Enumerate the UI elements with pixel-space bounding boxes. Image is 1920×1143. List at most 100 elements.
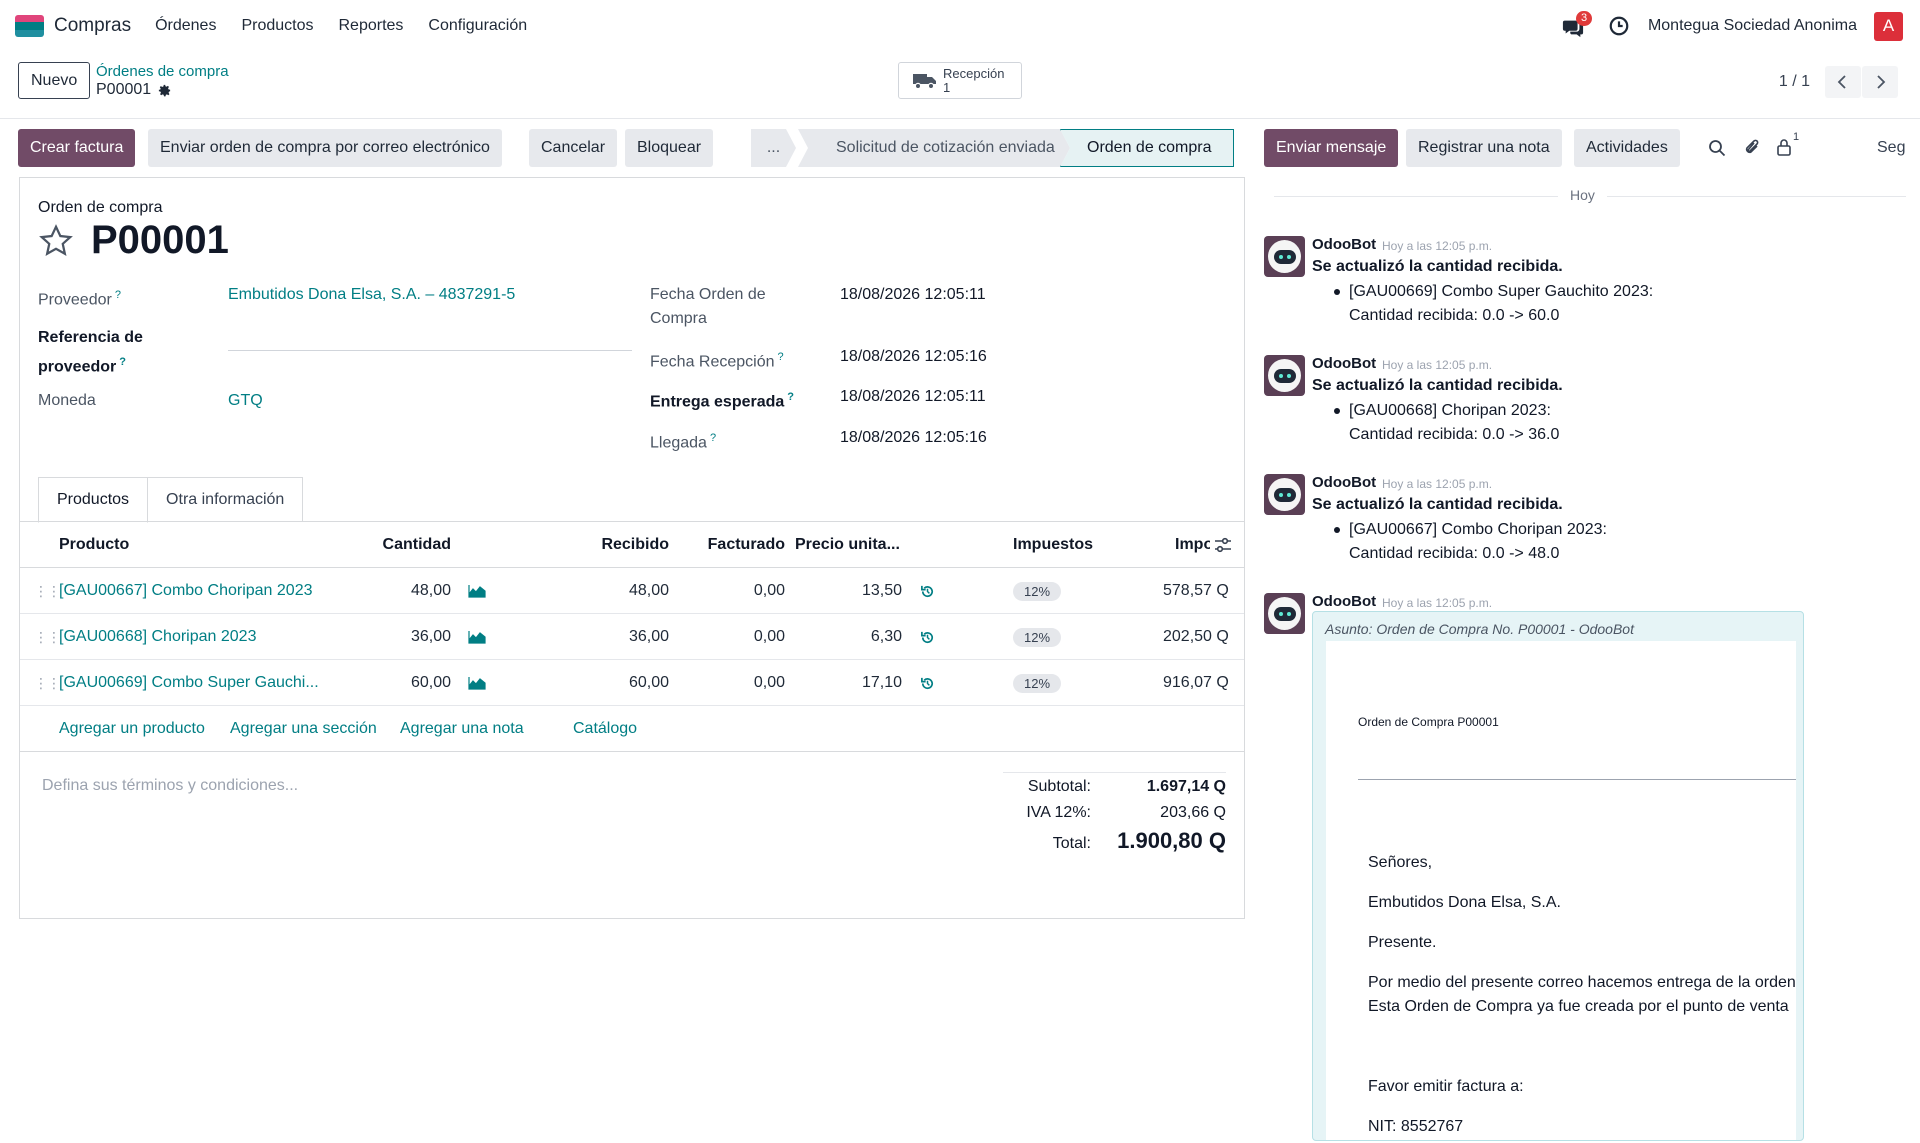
add-product-link[interactable]: Agregar un producto — [59, 720, 205, 738]
messaging-button[interactable]: 3 — [1562, 11, 1593, 40]
help-icon[interactable]: ? — [710, 432, 716, 444]
arrival-date-field[interactable]: 18/08/2026 12:05:16 — [840, 429, 987, 447]
pager-previous-button[interactable] — [1825, 66, 1861, 98]
receipts-smart-button[interactable]: Recepción 1 — [898, 62, 1022, 99]
log-note-button[interactable]: Registrar una nota — [1406, 129, 1562, 167]
line-taxes[interactable]: 12% — [1013, 660, 1062, 706]
col-unit-price[interactable]: Precio unita... — [795, 522, 900, 568]
add-note-link[interactable]: Agregar una nota — [400, 720, 524, 738]
search-icon[interactable] — [1708, 139, 1726, 157]
receipt-date-label-text: Fecha Recepción — [650, 353, 775, 371]
help-icon[interactable]: ? — [115, 289, 121, 301]
line-quantity[interactable]: 36,00 — [411, 614, 451, 660]
column-settings-icon[interactable] — [1214, 536, 1232, 554]
purchase-app-icon[interactable] — [15, 15, 44, 37]
message-detail-line2: Cantidad recibida: 0.0 -> 48.0 — [1349, 545, 1560, 562]
menu-ordenes[interactable]: Órdenes — [155, 17, 216, 35]
forecast-chart-icon[interactable] — [468, 584, 486, 598]
cancel-button[interactable]: Cancelar — [529, 129, 618, 167]
stage-rfq-sent[interactable]: Solicitud de cotización enviada — [798, 129, 1070, 167]
currency-field[interactable]: GTQ — [228, 392, 263, 410]
price-history-icon[interactable] — [920, 584, 935, 599]
menu-reportes[interactable]: Reportes — [339, 17, 404, 35]
lock-button[interactable]: Bloquear — [625, 129, 714, 167]
line-product[interactable]: [GAU00667] Combo Choripan 2023 — [59, 568, 313, 614]
help-icon[interactable]: ? — [787, 391, 794, 403]
message-author[interactable]: OdooBot — [1312, 593, 1376, 610]
create-invoice-button[interactable]: Crear factura — [18, 129, 136, 167]
table-row[interactable]: ⋮⋮ [GAU00667] Combo Choripan 2023 48,00 … — [20, 568, 1244, 614]
help-icon[interactable]: ? — [778, 351, 784, 363]
line-taxes[interactable]: 12% — [1013, 568, 1062, 614]
help-icon[interactable]: ? — [119, 356, 126, 368]
line-product[interactable]: [GAU00668] Choripan 2023 — [59, 614, 256, 660]
arrival-label: Llegada? — [650, 426, 716, 455]
vendor-ref-input[interactable] — [228, 350, 632, 351]
drag-handle-icon[interactable]: ⋮⋮ — [34, 568, 61, 614]
line-quantity[interactable]: 60,00 — [411, 660, 451, 706]
line-taxes[interactable]: 12% — [1013, 614, 1062, 660]
vendor-ref-label: Referencia de proveedor? — [38, 326, 143, 379]
message-author[interactable]: OdooBot — [1312, 236, 1376, 253]
stage-purchase-order[interactable]: Orden de compra — [1060, 129, 1234, 167]
order-date-field[interactable]: 18/08/2026 12:05:11 — [840, 286, 986, 304]
price-history-icon[interactable] — [920, 676, 935, 691]
expected-date-field[interactable]: 18/08/2026 12:05:11 — [840, 388, 986, 406]
drag-handle-icon[interactable]: ⋮⋮ — [34, 660, 61, 706]
activities-button[interactable] — [1608, 15, 1630, 37]
user-avatar[interactable]: A — [1874, 11, 1903, 41]
col-amount[interactable]: Impo — [1175, 522, 1210, 568]
table-row[interactable]: ⋮⋮ [GAU00668] Choripan 2023 36,00 36,00 … — [20, 614, 1244, 660]
line-received[interactable]: 48,00 — [629, 568, 669, 614]
line-unit-price[interactable]: 17,10 — [862, 660, 902, 706]
message-author[interactable]: OdooBot — [1312, 474, 1376, 491]
menu-configuracion[interactable]: Configuración — [428, 17, 527, 35]
line-unit-price[interactable]: 13,50 — [862, 568, 902, 614]
vendor-field[interactable]: Embutidos Dona Elsa, S.A. – 4837291-5 — [228, 286, 515, 304]
star-icon[interactable] — [38, 223, 74, 259]
app-name[interactable]: Compras — [54, 15, 131, 37]
pager-next-button[interactable] — [1862, 66, 1898, 98]
tab-productos[interactable]: Productos — [38, 477, 149, 523]
line-received[interactable]: 60,00 — [629, 660, 669, 706]
col-billed[interactable]: Facturado — [708, 522, 785, 568]
col-quantity[interactable]: Cantidad — [383, 522, 451, 568]
odoobot-avatar[interactable] — [1264, 236, 1305, 277]
pager-value[interactable]: 1 / 1 — [1779, 73, 1810, 91]
send-message-button[interactable]: Enviar mensaje — [1264, 129, 1399, 167]
drag-handle-icon[interactable]: ⋮⋮ — [34, 614, 61, 660]
table-row[interactable]: ⋮⋮ [GAU00669] Combo Super Gauchi... 60,0… — [20, 660, 1244, 706]
gear-icon[interactable] — [157, 83, 172, 98]
add-section-link[interactable]: Agregar una sección — [230, 720, 377, 738]
send-po-email-button[interactable]: Enviar orden de compra por correo electr… — [148, 129, 502, 167]
stage-more-button[interactable]: ... — [751, 129, 796, 167]
tab-otra-informacion[interactable]: Otra información — [147, 477, 304, 522]
expected-date-label-text: Entrega esperada — [650, 393, 785, 411]
col-taxes[interactable]: Impuestos — [1013, 522, 1093, 568]
follower-lock-icon[interactable] — [1776, 138, 1792, 156]
forecast-chart-icon[interactable] — [468, 630, 486, 644]
message-author[interactable]: OdooBot — [1312, 355, 1376, 372]
follow-button[interactable]: Seg — [1877, 139, 1917, 157]
company-switcher[interactable]: Montegua Sociedad Anonima — [1648, 17, 1857, 35]
line-unit-price[interactable]: 6,30 — [871, 614, 902, 660]
line-product[interactable]: [GAU00669] Combo Super Gauchi... — [59, 660, 319, 706]
receipt-date-field[interactable]: 18/08/2026 12:05:16 — [840, 348, 987, 366]
activities-button[interactable]: Actividades — [1574, 129, 1680, 167]
col-product[interactable]: Producto — [59, 522, 129, 568]
terms-input[interactable]: Defina sus términos y condiciones... — [42, 777, 298, 795]
odoobot-avatar[interactable] — [1264, 355, 1305, 396]
new-button[interactable]: Nuevo — [18, 62, 91, 99]
paperclip-icon[interactable] — [1743, 137, 1761, 157]
price-history-icon[interactable] — [920, 630, 935, 645]
catalog-link[interactable]: Catálogo — [573, 720, 637, 738]
forecast-chart-icon[interactable] — [468, 676, 486, 690]
line-quantity[interactable]: 48,00 — [411, 568, 451, 614]
col-received[interactable]: Recibido — [601, 522, 669, 568]
odoobot-avatar[interactable] — [1264, 474, 1305, 515]
odoobot-avatar[interactable] — [1264, 593, 1305, 634]
breadcrumb-parent-link[interactable]: Órdenes de compra — [96, 63, 229, 80]
line-received[interactable]: 36,00 — [629, 614, 669, 660]
receipts-label: Recepción — [943, 65, 1005, 81]
menu-productos[interactable]: Productos — [241, 17, 313, 35]
